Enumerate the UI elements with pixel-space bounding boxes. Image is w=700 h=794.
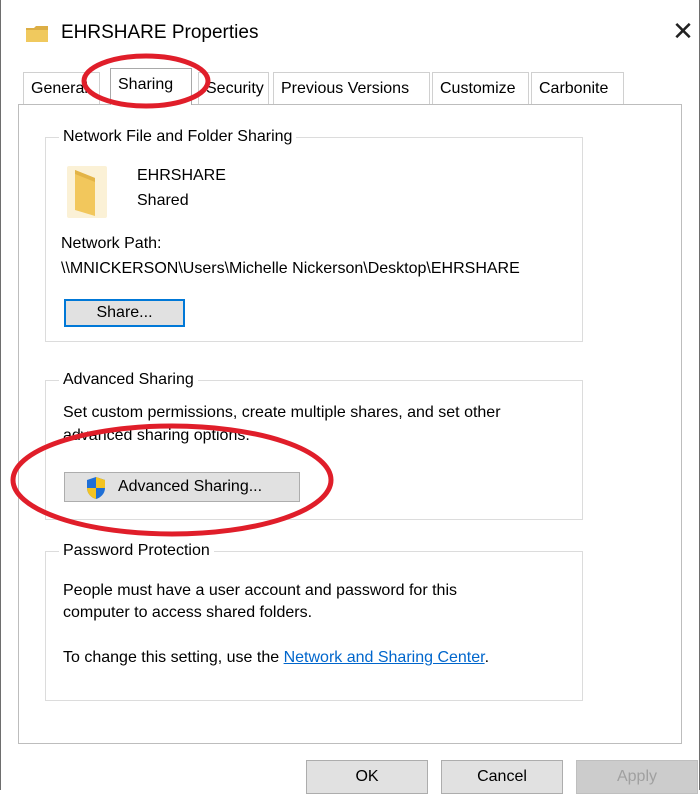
tab-security[interactable]: Security bbox=[198, 72, 269, 104]
folder-icon bbox=[26, 26, 48, 42]
password-protection-group: Password Protection bbox=[45, 541, 583, 701]
window-title: EHRSHARE Properties bbox=[61, 22, 259, 43]
password-description-line2: computer to access shared folders. bbox=[63, 604, 313, 621]
password-description-line1: People must have a user account and pass… bbox=[63, 582, 457, 599]
ok-button[interactable]: OK bbox=[306, 760, 428, 794]
network-path-label: Network Path: bbox=[61, 235, 162, 252]
share-button[interactable]: Share... bbox=[64, 299, 185, 327]
title-bar: EHRSHARE Properties ✕ bbox=[1, 0, 700, 62]
apply-button: Apply bbox=[576, 760, 698, 794]
properties-window: EHRSHARE Properties ✕ General Sharing Se… bbox=[0, 0, 700, 794]
cancel-button[interactable]: Cancel bbox=[441, 760, 563, 794]
close-button[interactable]: ✕ bbox=[669, 16, 697, 46]
advanced-description-line2: advanced sharing options. bbox=[63, 427, 250, 444]
network-sharing-center-link[interactable]: Network and Sharing Center bbox=[284, 649, 485, 666]
tab-sharing[interactable]: Sharing bbox=[110, 68, 192, 105]
network-sharing-legend: Network File and Folder Sharing bbox=[59, 127, 297, 147]
close-icon: ✕ bbox=[672, 16, 694, 46]
folder-name: EHRSHARE bbox=[137, 167, 226, 184]
advanced-sharing-button[interactable]: Advanced Sharing... bbox=[64, 472, 300, 502]
advanced-sharing-legend: Advanced Sharing bbox=[59, 370, 198, 390]
password-protection-legend: Password Protection bbox=[59, 541, 214, 561]
tab-general[interactable]: General bbox=[23, 72, 100, 104]
advanced-description-line1: Set custom permissions, create multiple … bbox=[63, 404, 501, 421]
tab-customize[interactable]: Customize bbox=[432, 72, 529, 104]
tab-carbonite[interactable]: Carbonite bbox=[531, 72, 624, 104]
tab-previous-versions[interactable]: Previous Versions bbox=[273, 72, 430, 104]
network-path-value: \\MNICKERSON\Users\Michelle Nickerson\De… bbox=[61, 260, 520, 277]
folder-status: Shared bbox=[137, 192, 189, 209]
change-setting-text: To change this setting, use the Network … bbox=[63, 649, 490, 666]
